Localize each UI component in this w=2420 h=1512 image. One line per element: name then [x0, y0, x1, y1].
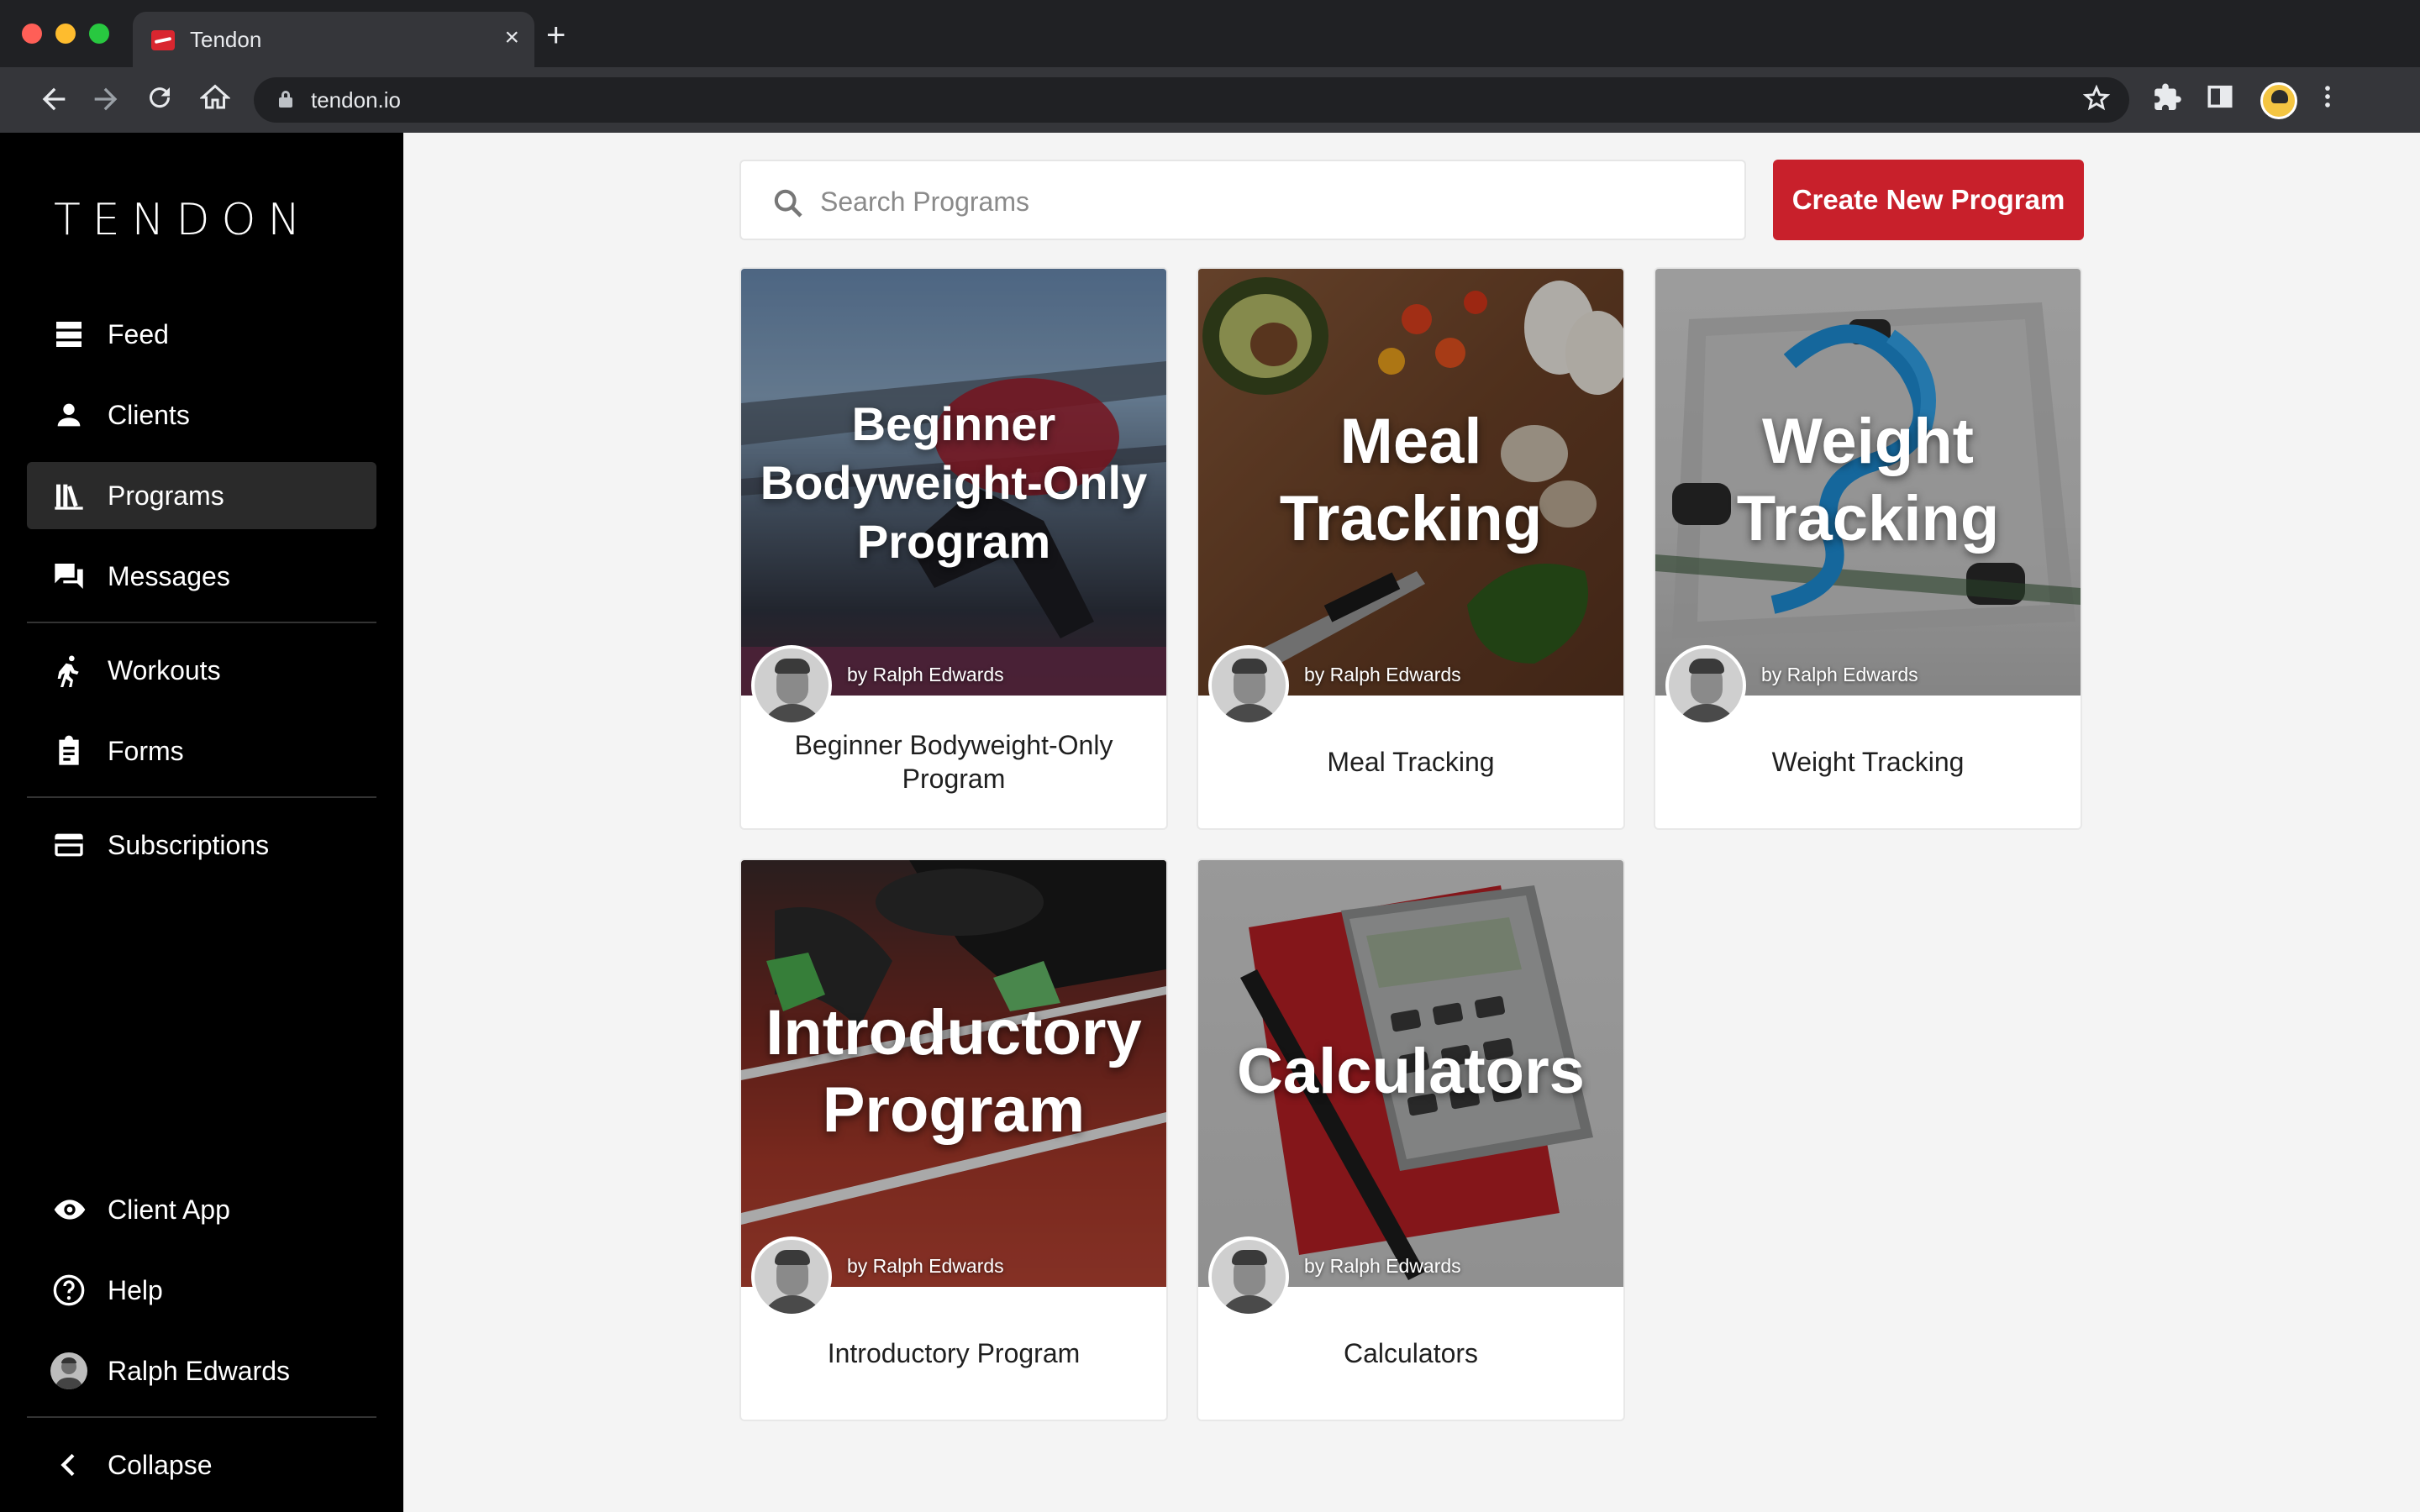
url-text: tendon.io	[311, 87, 401, 113]
new-tab-button[interactable]: +	[546, 18, 566, 52]
author-avatar	[751, 1236, 832, 1317]
close-window-button[interactable]	[22, 24, 42, 44]
program-overlay-title: Beginner Bodyweight-Only Program	[760, 397, 1148, 568]
sidebar-item-forms[interactable]: Forms	[27, 717, 376, 785]
sidebar-divider	[27, 1416, 376, 1418]
clipboard-icon	[52, 734, 86, 768]
help-icon	[52, 1273, 86, 1307]
sidebar-item-subscriptions[interactable]: Subscriptions	[27, 811, 376, 879]
browser-profile-avatar[interactable]	[2260, 82, 2297, 119]
sidebar-item-messages[interactable]: Messages	[27, 543, 376, 610]
sidebar-item-label: Workouts	[108, 655, 221, 685]
person-icon	[52, 398, 86, 432]
forward-arrow-icon[interactable]	[89, 82, 123, 116]
sidebar-item-label: Collapse	[108, 1450, 213, 1480]
program-author: by Ralph Edwards	[1761, 664, 1918, 685]
author-avatar	[1208, 1236, 1289, 1317]
author-avatar	[1208, 645, 1289, 726]
credit-card-icon	[52, 828, 86, 862]
program-card[interactable]: Weight Tracking by Ralph Edwards Weight …	[1654, 267, 2082, 830]
sidebar-item-collapse[interactable]: Collapse	[27, 1431, 376, 1499]
bookmark-star-icon[interactable]	[2082, 84, 2111, 119]
sidebar-item-label: Clients	[108, 400, 190, 430]
program-card[interactable]: Beginner Bodyweight-Only Program by Ralp…	[739, 267, 1168, 830]
sidebar-item-programs[interactable]: Programs	[27, 462, 376, 529]
program-card[interactable]: Calculators by Ralph Edwards Calculators	[1197, 858, 1625, 1421]
program-cover-image: Meal Tracking	[1198, 269, 1623, 696]
library-icon	[52, 479, 86, 512]
tendon-favicon-icon	[151, 30, 175, 50]
sidebar-item-label: Ralph Edwards	[108, 1356, 290, 1386]
program-cover-image: Beginner Bodyweight-Only Program	[741, 269, 1166, 696]
search-icon	[771, 186, 805, 220]
program-overlay-title: Meal Tracking	[1279, 406, 1543, 554]
search-input[interactable]	[820, 183, 1711, 220]
sidebar-item-label: Programs	[108, 480, 224, 511]
chat-icon	[52, 559, 86, 593]
program-overlay-title: Introductory Program	[765, 997, 1142, 1146]
sidebar-item-label: Feed	[108, 319, 169, 349]
lock-icon	[279, 91, 292, 108]
avatar	[50, 1352, 87, 1389]
program-cover-image: Weight Tracking	[1655, 269, 2081, 696]
tendon-logo[interactable]: TENDON	[54, 195, 312, 245]
chevron-left-icon	[52, 1448, 86, 1482]
search-box[interactable]	[739, 160, 1746, 240]
program-card[interactable]: Meal Tracking by Ralph Edwards Meal Trac…	[1197, 267, 1625, 830]
sidebar-item-clients[interactable]: Clients	[27, 381, 376, 449]
back-arrow-icon[interactable]	[37, 82, 71, 116]
browser-toolbar: tendon.io	[0, 67, 2420, 133]
tab-title: Tendon	[190, 27, 262, 52]
program-cover-image: Calculators	[1198, 860, 1623, 1287]
program-author: by Ralph Edwards	[1304, 1255, 1461, 1277]
sidebar-item-label: Forms	[108, 736, 184, 766]
browser-titlebar: Tendon × +	[0, 0, 2420, 67]
program-author: by Ralph Edwards	[1304, 664, 1461, 685]
feed-icon	[52, 318, 86, 351]
program-author: by Ralph Edwards	[847, 664, 1004, 685]
program-overlay-title: Calculators	[1237, 1036, 1585, 1107]
sidebar-item-label: Help	[108, 1275, 163, 1305]
author-avatar	[1665, 645, 1746, 726]
sidebar-item-label: Client App	[108, 1194, 230, 1225]
sidebar-divider	[27, 622, 376, 623]
tab-close-icon[interactable]: ×	[504, 24, 519, 52]
browser-tab[interactable]: Tendon ×	[133, 12, 534, 67]
sidebar-item-client-app[interactable]: Client App	[27, 1176, 376, 1243]
author-avatar	[751, 645, 832, 726]
sidebar-item-feed[interactable]: Feed	[27, 301, 376, 368]
program-cover-image: Introductory Program	[741, 860, 1166, 1287]
sidebar: TENDON Feed Clients Programs Messages Wo…	[0, 133, 403, 1512]
running-icon	[52, 654, 86, 687]
home-icon[interactable]	[198, 82, 232, 116]
sidebar-item-label: Messages	[108, 561, 230, 591]
more-menu-icon[interactable]	[2311, 82, 2344, 116]
sidebar-item-profile[interactable]: Ralph Edwards	[27, 1337, 376, 1404]
program-card[interactable]: Introductory Program by Ralph Edwards In…	[739, 858, 1168, 1421]
minimize-window-button[interactable]	[55, 24, 76, 44]
sidebar-item-workouts[interactable]: Workouts	[27, 637, 376, 704]
sidebar-item-help[interactable]: Help	[27, 1257, 376, 1324]
maximize-window-button[interactable]	[89, 24, 109, 44]
reload-icon[interactable]	[143, 82, 176, 116]
address-bar[interactable]: tendon.io	[254, 77, 2129, 123]
extensions-puzzle-icon[interactable]	[2151, 82, 2185, 116]
eye-icon	[52, 1193, 86, 1226]
program-author: by Ralph Edwards	[847, 1255, 1004, 1277]
sidebar-divider	[27, 796, 376, 798]
side-panel-icon[interactable]	[2203, 82, 2237, 116]
create-new-program-button[interactable]: Create New Program	[1773, 160, 2084, 240]
sidebar-item-label: Subscriptions	[108, 830, 270, 860]
program-overlay-title: Weight Tracking	[1736, 406, 2000, 554]
